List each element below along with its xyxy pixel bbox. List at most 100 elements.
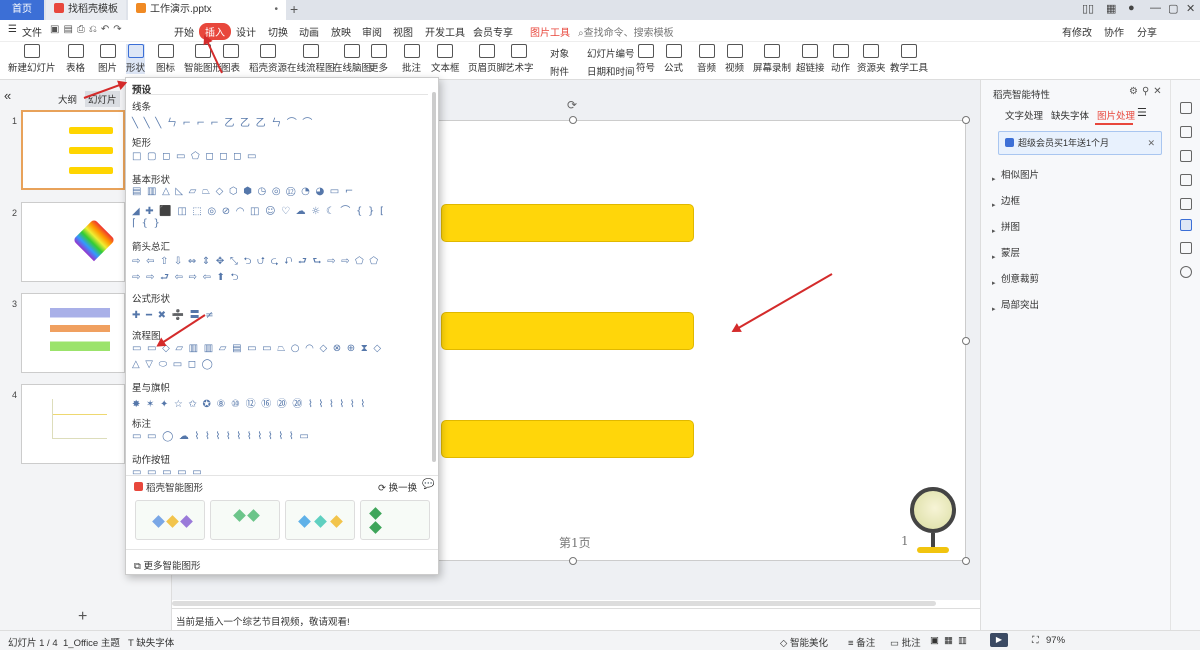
play-button[interactable]: ▶	[990, 633, 1008, 647]
user-avatar[interactable]: ●	[1128, 2, 1135, 14]
rp-tab-picture[interactable]: 图片处理	[1097, 108, 1135, 122]
fit-icon[interactable]: ⛶	[1032, 635, 1039, 646]
shape-row-flowchart-1[interactable]: ▭▭◇▱▥▥▱▤▭▭⏢○◠◇⊗⊕⧗◇	[132, 343, 387, 354]
sidebar-tool-icon-active[interactable]	[1180, 219, 1192, 231]
vip-banner[interactable]: 超级会员买1年送1个月 ✕	[998, 131, 1162, 155]
tab-outline[interactable]: 大纲	[58, 92, 77, 106]
header-footer-button[interactable]: 页眉页脚	[468, 44, 506, 74]
object-button[interactable]: 对象	[550, 46, 569, 60]
resize-handle[interactable]	[962, 116, 970, 124]
rp-item-crop[interactable]: 创意裁剪	[1001, 271, 1039, 285]
yellow-shape-3[interactable]	[441, 420, 694, 458]
attachment-button[interactable]: 附件	[550, 64, 569, 78]
resize-handle[interactable]	[569, 557, 577, 565]
modified-status[interactable]: 有修改	[1062, 24, 1092, 39]
audio-button[interactable]: 音频	[697, 44, 716, 74]
h-scrollbar[interactable]	[172, 601, 936, 606]
new-slide-button[interactable]: 新建幻灯片	[8, 44, 56, 74]
new-tab-button[interactable]: +	[290, 1, 298, 17]
smart-graphic-card-2[interactable]	[210, 500, 280, 540]
rp-tab-fonts[interactable]: 缺失字体	[1051, 108, 1089, 122]
shape-row-arrows-1[interactable]: ⇨⇦⇧⇩⇔⇕✥⤡⮌⮍⮎⮏⮐⮑⇨⇨⬠⬠	[132, 254, 384, 271]
symbol-button[interactable]: 符号	[636, 44, 655, 74]
menu-file[interactable]: 文件	[22, 24, 42, 39]
more-button[interactable]: 更多	[369, 44, 388, 74]
resource-folder-button[interactable]: 资源夹	[857, 44, 886, 74]
sidebar-tool-icon[interactable]	[1180, 242, 1192, 254]
rotate-handle-icon[interactable]: ⟳	[567, 98, 577, 112]
view-buttons[interactable]: ▣▦▥	[930, 635, 972, 646]
help-icon[interactable]	[1180, 266, 1192, 278]
zoom-level[interactable]: 97%	[1046, 635, 1065, 646]
smart-graphic-card-1[interactable]	[135, 500, 205, 540]
shape-row-flowchart-2[interactable]: △▽⬭▭◻◯	[132, 359, 218, 370]
slide-thumbnail-1[interactable]	[21, 110, 125, 190]
more-smart-graphics-link[interactable]: ⧉ 更多智能图形	[134, 558, 200, 572]
datetime-button[interactable]: 日期和时间	[587, 64, 635, 78]
resize-handle[interactable]	[962, 337, 970, 345]
share-button[interactable]: 分享	[1137, 24, 1157, 39]
shape-row-stars[interactable]: ✸✶✦☆✩✪⑧⑩⑫⑯⑳⑳⌇⌇⌇⌇⌇⌇	[132, 395, 371, 410]
formula-button[interactable]: 公式	[664, 44, 683, 74]
menu-member[interactable]: 会员专享	[473, 24, 513, 39]
action-button[interactable]: 动作	[831, 44, 850, 74]
yellow-shape-1[interactable]	[441, 204, 694, 242]
rp-tab-text[interactable]: 文字处理	[1005, 108, 1043, 122]
chat-icon[interactable]: 💬	[422, 479, 434, 490]
shape-row-basic-2[interactable]: ◢✚⬛◫⬚◎⊘◠◫☺♡☁☼☾⌒{}[	[132, 202, 389, 217]
smart-graphic-card-3[interactable]	[285, 500, 355, 540]
menu-review[interactable]: 审阅	[362, 24, 382, 39]
comment-button[interactable]: 批注	[402, 44, 421, 74]
resize-handle[interactable]	[962, 557, 970, 565]
tab-close-icon[interactable]: •	[274, 0, 278, 20]
textbox-button[interactable]: 文本框	[431, 44, 460, 74]
rp-menu-icon[interactable]: ☰	[1137, 106, 1147, 119]
shape-row-formula[interactable]: ✚━✖➗〓≠	[132, 306, 219, 321]
restore-button[interactable]: ▢	[1168, 2, 1178, 15]
dropdown-scrollbar[interactable]	[432, 92, 436, 462]
hyperlink-button[interactable]: 超链接	[796, 44, 825, 74]
rp-item-similar[interactable]: 相似图片	[1001, 167, 1039, 181]
collaborate-button[interactable]: 协作	[1104, 24, 1124, 39]
docer-resource-button[interactable]: 稻壳资源	[249, 44, 287, 74]
slide-thumbnail-3[interactable]	[21, 293, 125, 373]
tab-document[interactable]: 工作演示.pptx •	[128, 0, 286, 20]
shape-button[interactable]: 形状	[126, 44, 146, 74]
icon-button[interactable]: 图标	[156, 44, 175, 74]
rp-item-border[interactable]: 边框	[1001, 193, 1020, 207]
slide-number-button[interactable]: 幻灯片编号	[587, 46, 635, 60]
minimize-button[interactable]: —	[1150, 2, 1161, 14]
rp-item-collage[interactable]: 拼图	[1001, 219, 1020, 233]
menu-animation[interactable]: 动画	[299, 24, 319, 39]
smart-beautify[interactable]: ◇ 智能美化	[780, 635, 828, 649]
menu-transition[interactable]: 切换	[268, 24, 288, 39]
panel-header-icons[interactable]: ⚙⚲✕	[1129, 86, 1166, 97]
online-mindmap-button[interactable]: 在线脑图	[333, 44, 371, 74]
notes-pane[interactable]: 当前是插入一个综艺节目视频，敬请观看!	[172, 601, 980, 630]
menu-view[interactable]: 视图	[393, 24, 413, 39]
hamburger-icon[interactable]: ☰	[8, 24, 17, 35]
comments-toggle[interactable]: ▭ 批注	[890, 635, 921, 649]
rp-item-highlight[interactable]: 局部突出	[1001, 297, 1039, 311]
picture-button[interactable]: 图片	[98, 44, 117, 74]
teaching-tools-button[interactable]: 教学工具	[890, 44, 928, 74]
chart-button[interactable]: 图表	[221, 44, 240, 74]
slide-thumbnail-4[interactable]	[21, 384, 125, 464]
missing-fonts[interactable]: T 缺失字体	[128, 635, 174, 649]
search-box[interactable]: ⌕查找命令、搜索模板	[578, 24, 674, 39]
tab-template[interactable]: 找稻壳模板	[46, 0, 126, 20]
table-button[interactable]: 表格	[66, 44, 85, 74]
layout-icon[interactable]: ▯▯	[1082, 2, 1094, 15]
close-button[interactable]: ✕	[1186, 2, 1195, 15]
banner-close-icon[interactable]: ✕	[1147, 132, 1155, 154]
shape-row-actions[interactable]: ▭▭▭▭▭	[132, 467, 207, 475]
add-slide-button[interactable]: +	[78, 608, 87, 626]
shape-row-lines[interactable]: ╲╲╲ㄣ⌐⌐⌐乙乙乙ㄣ⌒⌒	[132, 114, 318, 129]
slide[interactable]: 第1页 1	[400, 120, 966, 561]
menu-developer[interactable]: 开发工具	[425, 24, 465, 39]
rp-item-mask[interactable]: 蒙层	[1001, 245, 1020, 259]
yellow-shape-2[interactable]	[441, 312, 694, 350]
tab-home[interactable]: 首页	[0, 0, 44, 20]
slide-thumbnail-2[interactable]	[21, 202, 125, 282]
grid-icon[interactable]: ▦	[1106, 2, 1116, 15]
